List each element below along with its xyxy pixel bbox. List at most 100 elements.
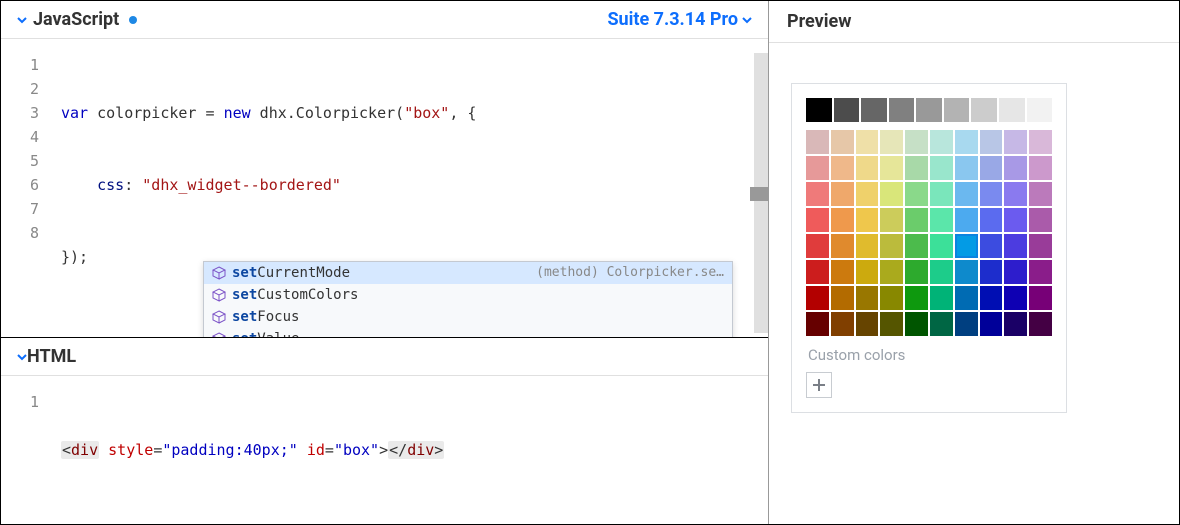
color-swatch[interactable] <box>1029 208 1052 232</box>
autocomplete-item[interactable]: setCustomColors <box>204 284 732 306</box>
autocomplete-popup[interactable]: setCurrentMode(method) Colorpicker.se…se… <box>203 261 733 337</box>
color-swatch[interactable] <box>955 234 978 258</box>
color-swatch[interactable] <box>1029 156 1052 180</box>
color-swatch[interactable] <box>971 98 997 122</box>
color-swatch[interactable] <box>1029 234 1052 258</box>
color-swatch[interactable] <box>889 98 915 122</box>
color-swatch[interactable] <box>834 98 860 122</box>
color-swatch[interactable] <box>1004 156 1027 180</box>
color-swatch[interactable] <box>1004 234 1027 258</box>
color-swatch[interactable] <box>930 208 953 232</box>
color-swatch[interactable] <box>905 182 928 206</box>
color-swatch[interactable] <box>955 286 978 310</box>
color-swatch[interactable] <box>856 286 879 310</box>
color-swatch[interactable] <box>905 156 928 180</box>
color-swatch[interactable] <box>831 286 854 310</box>
color-swatch[interactable] <box>1004 286 1027 310</box>
color-swatch[interactable] <box>856 182 879 206</box>
color-swatch[interactable] <box>831 260 854 284</box>
color-swatch[interactable] <box>880 286 903 310</box>
js-editor[interactable]: 12345678 var colorpicker = new dhx.Color… <box>1 39 768 337</box>
color-swatch[interactable] <box>880 130 903 154</box>
autocomplete-item[interactable]: setCurrentMode(method) Colorpicker.se… <box>204 262 732 284</box>
color-swatch[interactable] <box>905 260 928 284</box>
color-swatch[interactable] <box>930 234 953 258</box>
color-swatch[interactable] <box>1029 286 1052 310</box>
color-swatch[interactable] <box>880 182 903 206</box>
color-swatch[interactable] <box>856 208 879 232</box>
color-swatch[interactable] <box>1004 260 1027 284</box>
color-swatch[interactable] <box>905 234 928 258</box>
chevron-down-icon[interactable] <box>17 352 27 362</box>
color-swatch[interactable] <box>916 98 942 122</box>
color-swatch[interactable] <box>831 182 854 206</box>
color-swatch[interactable] <box>806 182 829 206</box>
color-swatch[interactable] <box>905 208 928 232</box>
color-swatch[interactable] <box>980 208 1003 232</box>
color-swatch[interactable] <box>905 286 928 310</box>
color-swatch[interactable] <box>880 156 903 180</box>
color-swatch[interactable] <box>930 130 953 154</box>
color-swatch[interactable] <box>806 312 829 336</box>
color-swatch[interactable] <box>980 286 1003 310</box>
color-swatch[interactable] <box>831 208 854 232</box>
color-swatch[interactable] <box>806 130 829 154</box>
color-swatch[interactable] <box>806 234 829 258</box>
color-swatch[interactable] <box>831 156 854 180</box>
color-swatch[interactable] <box>1027 98 1053 122</box>
chevron-down-icon[interactable] <box>17 15 27 25</box>
color-swatch[interactable] <box>1004 182 1027 206</box>
color-swatch[interactable] <box>856 130 879 154</box>
color-swatch[interactable] <box>980 260 1003 284</box>
color-swatch[interactable] <box>980 312 1003 336</box>
color-swatch[interactable] <box>955 260 978 284</box>
html-editor[interactable]: 1 <div style="padding:40px;" id="box"></… <box>1 376 768 524</box>
color-swatch[interactable] <box>861 98 887 122</box>
suite-version-select[interactable]: Suite 7.3.14 Pro <box>607 9 752 30</box>
autocomplete-item[interactable]: setValue <box>204 328 732 337</box>
html-code-area[interactable]: <div style="padding:40px;" id="box"></di… <box>51 376 768 524</box>
color-swatch[interactable] <box>930 182 953 206</box>
color-swatch[interactable] <box>1029 130 1052 154</box>
color-swatch[interactable] <box>831 234 854 258</box>
color-swatch[interactable] <box>806 98 832 122</box>
color-swatch[interactable] <box>980 130 1003 154</box>
color-swatch[interactable] <box>1004 208 1027 232</box>
color-swatch[interactable] <box>856 156 879 180</box>
color-swatch[interactable] <box>930 312 953 336</box>
color-swatch[interactable] <box>1029 182 1052 206</box>
color-swatch[interactable] <box>905 130 928 154</box>
color-swatch[interactable] <box>1004 130 1027 154</box>
add-custom-color-button[interactable] <box>806 372 832 398</box>
color-swatch[interactable] <box>980 234 1003 258</box>
color-swatch[interactable] <box>806 286 829 310</box>
color-swatch[interactable] <box>1004 312 1027 336</box>
color-swatch[interactable] <box>856 260 879 284</box>
color-swatch[interactable] <box>955 208 978 232</box>
color-swatch[interactable] <box>856 234 879 258</box>
color-swatch[interactable] <box>831 312 854 336</box>
color-swatch[interactable] <box>930 286 953 310</box>
color-swatch[interactable] <box>955 182 978 206</box>
color-swatch[interactable] <box>880 234 903 258</box>
color-swatch[interactable] <box>944 98 970 122</box>
color-swatch[interactable] <box>1029 260 1052 284</box>
color-swatch[interactable] <box>1029 312 1052 336</box>
color-swatch[interactable] <box>930 260 953 284</box>
color-swatch[interactable] <box>905 312 928 336</box>
color-swatch[interactable] <box>930 156 953 180</box>
color-swatch[interactable] <box>980 182 1003 206</box>
autocomplete-item[interactable]: setFocus <box>204 306 732 328</box>
color-swatch[interactable] <box>831 130 854 154</box>
color-swatch[interactable] <box>880 312 903 336</box>
color-swatch[interactable] <box>880 260 903 284</box>
color-swatch[interactable] <box>806 208 829 232</box>
color-swatch[interactable] <box>856 312 879 336</box>
color-swatch[interactable] <box>880 208 903 232</box>
color-swatch[interactable] <box>955 312 978 336</box>
color-swatch[interactable] <box>955 156 978 180</box>
color-swatch[interactable] <box>955 130 978 154</box>
color-swatch[interactable] <box>999 98 1025 122</box>
color-swatch[interactable] <box>806 260 829 284</box>
color-swatch[interactable] <box>980 156 1003 180</box>
